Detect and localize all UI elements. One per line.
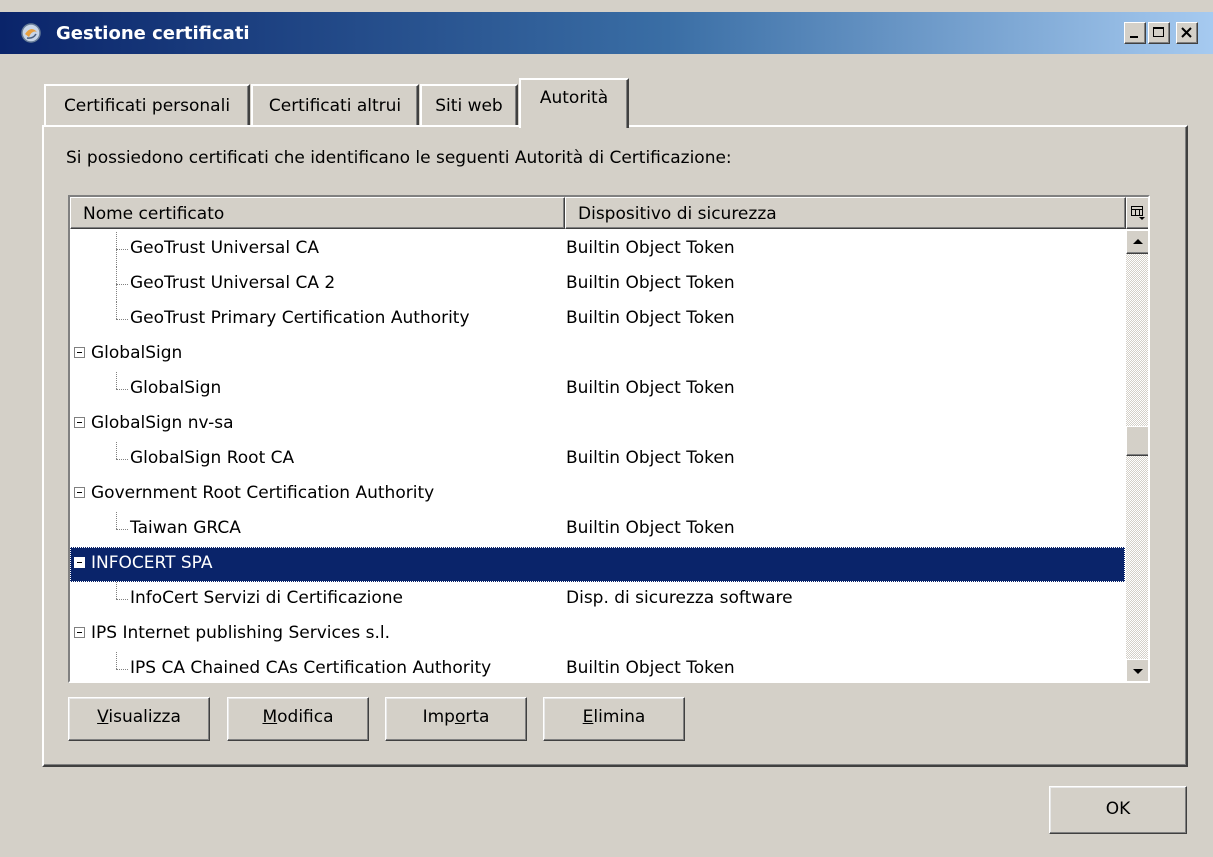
collapse-icon[interactable]	[74, 347, 85, 358]
scroll-up-button[interactable]	[1126, 230, 1148, 254]
certificate-name: INFOCERT SPA	[91, 553, 213, 573]
arrow-up-icon	[1133, 239, 1143, 244]
tree-connector	[116, 302, 117, 319]
certificate-name: GlobalSign Root CA	[130, 448, 295, 468]
tree-connector	[116, 372, 117, 389]
collapse-icon[interactable]	[74, 557, 85, 568]
security-device: Builtin Object Token	[566, 308, 735, 328]
vertical-scrollbar[interactable]	[1126, 230, 1148, 681]
certificate-name: IPS CA Chained CAs Certification Authori…	[130, 658, 492, 678]
tree-row[interactable]: InfoCert Servizi di Certificazione Disp. …	[70, 582, 1125, 617]
tab-label: Siti web	[435, 96, 503, 116]
certificate-name: GlobalSign nv-sa	[91, 413, 234, 433]
certificate-name: InfoCert Servizi di Certificazione	[130, 588, 404, 608]
ok-button-label: OK	[1105, 799, 1131, 819]
tree-connector	[116, 389, 128, 390]
tree-group-row[interactable]: INFOCERT SPA	[70, 547, 1125, 582]
tree-row[interactable]: GeoTrust Universal CA 2 Builtin Object To…	[70, 267, 1125, 302]
certificate-name: GeoTrust Primary Certification Authority	[130, 308, 470, 328]
delete-button[interactable]: Elimina	[543, 697, 685, 741]
certificate-manager-icon	[21, 23, 41, 43]
maximize-icon	[1153, 27, 1164, 37]
tree-row[interactable]: GlobalSign Builtin Object Token	[70, 372, 1125, 407]
intro-text: Si possiedono certificati che identifica…	[66, 148, 732, 168]
import-button-label: Importa	[422, 707, 490, 727]
certificate-name: IPS Internet publishing Services s.l.	[91, 623, 390, 643]
view-button-label: Visualizza	[97, 707, 181, 727]
security-device: Builtin Object Token	[566, 518, 735, 538]
column-header-label: Nome certificato	[83, 204, 225, 224]
certificate-name: GlobalSign	[91, 343, 183, 363]
tree-row[interactable]: Taiwan GRCA Builtin Object Token	[70, 512, 1125, 547]
certificate-name: GeoTrust Universal CA	[130, 238, 319, 258]
column-header-label: Dispositivo di sicurezza	[578, 204, 777, 224]
column-picker-button[interactable]	[1126, 197, 1148, 229]
tree-row[interactable]: GeoTrust Universal CA Builtin Object Toke…	[70, 232, 1125, 267]
tree-group-row[interactable]: IPS Internet publishing Services s.l.	[70, 617, 1125, 652]
tree-connector	[116, 529, 128, 530]
minimize-icon	[1130, 36, 1138, 38]
security-device: Builtin Object Token	[566, 238, 735, 258]
security-device: Builtin Object Token	[566, 378, 735, 398]
scrollbar-thumb[interactable]	[1126, 426, 1148, 456]
tab-label: Autorità	[539, 88, 609, 108]
security-device: Builtin Object Token	[566, 448, 735, 468]
view-button[interactable]: Visualizza	[68, 697, 210, 741]
minimize-button[interactable]	[1124, 22, 1146, 44]
close-button[interactable]	[1176, 22, 1198, 44]
tree-connector	[116, 459, 128, 460]
column-header-name[interactable]: Nome certificato	[70, 197, 565, 229]
tree-connector	[116, 582, 117, 599]
delete-button-label: Elimina	[582, 707, 646, 727]
tab-websites[interactable]: Siti web	[420, 84, 518, 126]
window-title: Gestione certificati	[56, 23, 250, 44]
tab-label: Certificati altrui	[268, 96, 402, 116]
arrow-down-icon	[1133, 669, 1143, 674]
scroll-down-button[interactable]	[1126, 659, 1148, 681]
collapse-icon[interactable]	[74, 417, 85, 428]
tree-connector	[116, 512, 117, 529]
security-device: Disp. di sicurezza software	[566, 588, 793, 608]
collapse-icon[interactable]	[74, 627, 85, 638]
tree-connector	[116, 442, 117, 459]
tree-row[interactable]: GeoTrust Primary Certification Authority…	[70, 302, 1125, 337]
tab-label: Certificati personali	[63, 96, 231, 116]
certificate-name: GeoTrust Universal CA 2	[130, 273, 336, 293]
tree-connector	[116, 319, 128, 320]
security-device: Builtin Object Token	[566, 658, 735, 678]
certificate-name: Government Root Certification Authority	[91, 483, 435, 503]
tree-connector	[116, 599, 128, 600]
tab-others-certificates[interactable]: Certificati altrui	[251, 84, 419, 126]
tree-connector	[116, 284, 128, 285]
tree-row[interactable]: IPS CA Chained CAs Certification Authori…	[70, 652, 1125, 681]
tree-connector	[116, 669, 128, 670]
tab-authorities[interactable]: Autorità	[519, 78, 629, 128]
title-bar[interactable]: Gestione certificati	[0, 12, 1213, 54]
certificate-name: GlobalSign	[130, 378, 222, 398]
collapse-icon[interactable]	[74, 487, 85, 498]
tree-group-row[interactable]: Government Root Certification Authority	[70, 477, 1125, 512]
tree-rows: GeoTrust Universal CA Builtin Object Toke…	[70, 230, 1125, 681]
column-picker-icon	[1131, 206, 1145, 220]
maximize-button[interactable]	[1148, 22, 1170, 44]
column-header-device[interactable]: Dispositivo di sicurezza	[565, 197, 1126, 229]
edit-button[interactable]: Modifica	[227, 697, 369, 741]
tab-personal-certificates[interactable]: Certificati personali	[44, 84, 250, 126]
tree-group-row[interactable]: GlobalSign	[70, 337, 1125, 372]
security-device: Builtin Object Token	[566, 273, 735, 293]
certificate-tree[interactable]: Nome certificato Dispositivo di sicurezz…	[68, 195, 1150, 683]
certificate-name: Taiwan GRCA	[130, 518, 241, 538]
tree-connector	[116, 249, 128, 250]
edit-button-label: Modifica	[262, 707, 334, 727]
tree-group-row[interactable]: GlobalSign nv-sa	[70, 407, 1125, 442]
ok-button[interactable]: OK	[1049, 786, 1187, 834]
import-button[interactable]: Importa	[385, 697, 527, 741]
close-icon	[1181, 27, 1192, 38]
tree-row[interactable]: GlobalSign Root CA Builtin Object Token	[70, 442, 1125, 477]
tree-connector	[116, 652, 117, 669]
